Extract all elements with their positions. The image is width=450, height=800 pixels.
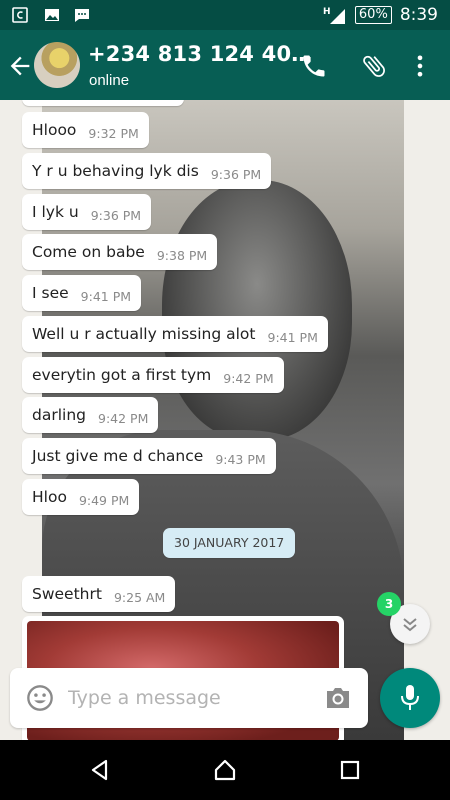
- message-text: Y r u behaving lyk dis: [32, 162, 199, 180]
- message-time: 9:43 PM: [215, 451, 266, 467]
- message-time: 9:42 PM: [98, 410, 149, 426]
- emoji-icon[interactable]: [26, 684, 54, 712]
- back-arrow-icon[interactable]: [6, 52, 34, 80]
- message-text: Sweethrt: [32, 585, 102, 603]
- date-divider: 30 JANUARY 2017: [163, 528, 296, 558]
- message-text: everytin got a first tym: [32, 366, 212, 384]
- message-text: darling: [32, 406, 86, 424]
- message-time: 9:36 PM: [210, 166, 262, 182]
- message-bubble[interactable]: Well u r actually missing alot 9:41 PM: [22, 316, 328, 352]
- svg-text:H: H: [323, 7, 331, 17]
- attach-icon[interactable]: [360, 52, 388, 80]
- contact-name[interactable]: +234 813 124 40…: [88, 42, 312, 66]
- signal-icon: H: [323, 7, 345, 24]
- presence-status: online: [89, 72, 130, 89]
- double-chevron-down-icon: [403, 618, 417, 632]
- voice-message-button[interactable]: [380, 668, 440, 728]
- avatar[interactable]: [34, 42, 80, 88]
- message-text: Hlooo: [32, 121, 77, 139]
- status-bar: H 60% 8:39: [0, 0, 450, 30]
- message-text: I see: [32, 284, 69, 302]
- home-nav-icon[interactable]: [213, 758, 237, 782]
- message-icon: [75, 9, 89, 22]
- message-text: Come on babe: [32, 243, 145, 261]
- message-text: I lyk u: [32, 203, 79, 221]
- message-time: 9:42 PM: [223, 370, 274, 386]
- message-composer: [10, 668, 368, 728]
- message-time: 9:36 PM: [90, 207, 142, 223]
- message-bubble[interactable]: I see 9:41 PM: [22, 275, 142, 311]
- message-bubble[interactable]: Just give me d chance 9:43 PM: [22, 438, 276, 474]
- message-time: 9:49 PM: [78, 492, 130, 508]
- partial-message-bubble: [22, 100, 184, 106]
- message-time: 9:38 PM: [156, 247, 208, 263]
- message-text: Just give me d chance: [32, 447, 204, 465]
- message-bubble[interactable]: darling 9:42 PM: [22, 397, 159, 433]
- recents-nav-icon[interactable]: [338, 758, 362, 782]
- system-nav-bar: [0, 740, 450, 800]
- message-text: Hloo: [32, 488, 67, 506]
- message-bubble[interactable]: I lyk u 9:36 PM: [22, 194, 152, 230]
- phone-icon[interactable]: [300, 52, 328, 80]
- message-bubble[interactable]: Come on babe 9:38 PM: [22, 234, 218, 270]
- clock: 8:39: [399, 5, 438, 25]
- message-bubble[interactable]: Y r u behaving lyk dis 9:36 PM: [22, 153, 272, 189]
- message-time: 9:41 PM: [267, 329, 318, 345]
- chat-area[interactable]: Hlooo 9:32 PM Y r u behaving lyk dis 9:3…: [0, 100, 450, 740]
- battery-indicator: 60%: [354, 6, 392, 24]
- unread-badge: 3: [377, 592, 401, 616]
- gallery-icon: [45, 9, 59, 21]
- message-bubble[interactable]: Hlooo 9:32 PM: [22, 112, 149, 148]
- wallpaper-photo-face: [162, 180, 352, 440]
- back-nav-icon[interactable]: [88, 758, 112, 782]
- message-text: Well u r actually missing alot: [32, 325, 256, 343]
- microphone-icon: [401, 685, 419, 710]
- message-input[interactable]: [68, 680, 308, 716]
- message-time: 9:32 PM: [88, 125, 139, 141]
- message-time: 9:25 AM: [113, 589, 166, 605]
- message-bubble[interactable]: everytin got a first tym 9:42 PM: [22, 357, 284, 393]
- more-options-icon[interactable]: [406, 52, 434, 80]
- app-notification-icon: [12, 7, 28, 23]
- message-time: 9:41 PM: [80, 288, 132, 304]
- message-bubble[interactable]: Hloo 9:49 PM: [22, 479, 140, 515]
- chat-header: +234 813 124 40… online: [0, 30, 450, 100]
- message-bubble[interactable]: Sweethrt 9:25 AM: [22, 576, 176, 612]
- camera-icon[interactable]: [324, 685, 352, 711]
